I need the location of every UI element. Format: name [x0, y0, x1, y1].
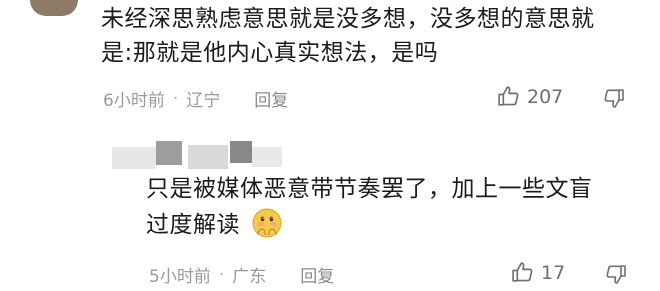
thumbs-down-icon — [604, 89, 624, 108]
comment-line-with-emoji: 过度解读 — [146, 206, 646, 250]
comment-meta: 6小时前 · 辽宁 回复 — [103, 86, 288, 112]
comment-line: 是:那就是他内心真实想法，是吗 — [101, 40, 439, 66]
timestamp: 5小时前 — [149, 267, 211, 287]
comment-text: 只是被媒体恶意带节奏罢了，加上一些文盲 过度解读 — [146, 172, 646, 250]
avatar[interactable] — [112, 141, 282, 171]
thumbs-down-icon — [606, 265, 626, 284]
reply-button[interactable]: 回复 — [300, 262, 334, 287]
comment-line: 未经深思熟虑意思就是没多想，没多想的意思就 — [101, 6, 595, 32]
comment-meta: 5小时前 · 广东 回复 — [149, 262, 334, 288]
thumbs-up-icon — [498, 86, 519, 106]
avatar-blur-block — [156, 141, 182, 165]
like-button[interactable]: 207 — [496, 84, 563, 109]
reply-button[interactable]: 回复 — [254, 86, 288, 111]
comment-text: 未经深思熟虑意思就是没多想，没多想的意思就 是:那就是他内心真实想法，是吗 — [101, 2, 641, 70]
avatar-blur-block — [112, 147, 156, 169]
timestamp: 6小时前 — [103, 91, 165, 111]
avatar-blur-block — [252, 147, 282, 167]
like-button[interactable]: 17 — [510, 260, 565, 285]
dislike-button[interactable] — [602, 86, 626, 114]
location: 辽宁 — [186, 91, 221, 111]
blushing-hands-emoji-icon — [250, 206, 284, 250]
avatar-blur-block — [188, 145, 228, 169]
dislike-button[interactable] — [604, 262, 628, 290]
thumbs-up-icon — [512, 262, 533, 282]
separator: · — [172, 88, 179, 109]
avatar[interactable] — [30, 0, 78, 16]
comment-line: 过度解读 — [146, 212, 240, 238]
avatar-blur-block — [230, 141, 252, 163]
like-count: 207 — [527, 85, 564, 108]
separator: · — [218, 264, 225, 285]
location: 广东 — [232, 267, 267, 287]
like-count: 17 — [541, 261, 566, 284]
comment-line: 只是被媒体恶意带节奏罢了，加上一些文盲 — [146, 176, 593, 202]
